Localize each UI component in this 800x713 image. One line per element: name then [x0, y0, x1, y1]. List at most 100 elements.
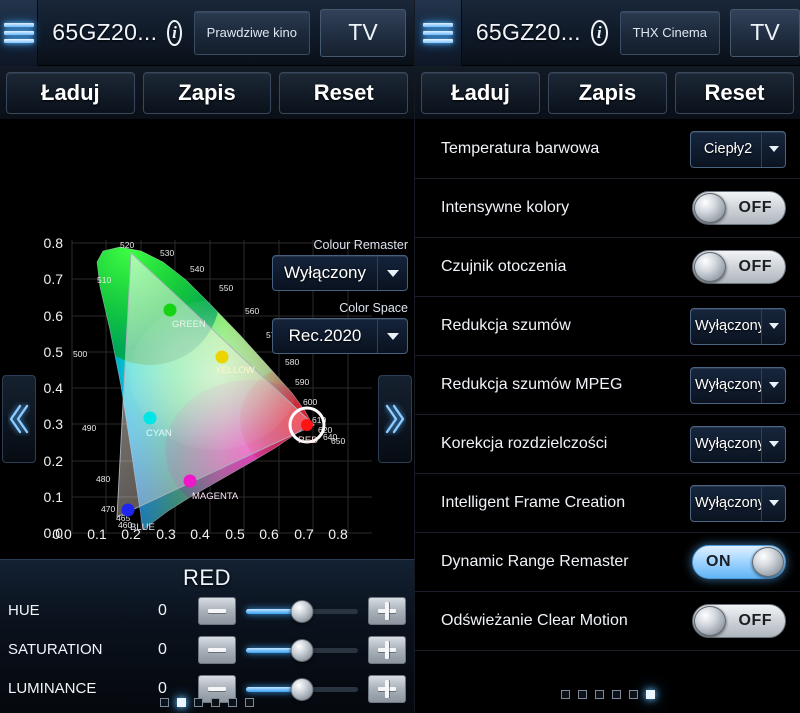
- slider-thumb[interactable]: [291, 639, 314, 662]
- setting-label: Korekcja rozdzielczości: [441, 435, 690, 453]
- setting-row-dynamic-range-remaster[interactable]: Dynamic Range Remaster ON: [415, 533, 800, 592]
- minus-icon[interactable]: [198, 597, 236, 625]
- chevron-down-icon: [761, 309, 785, 344]
- point-cyan[interactable]: [144, 412, 157, 425]
- source-tv-button[interactable]: TV: [730, 9, 800, 57]
- right-pager: [415, 690, 800, 699]
- pager-dot[interactable]: [194, 698, 203, 707]
- slider-label: LUMINANCE: [8, 680, 158, 697]
- slider-track[interactable]: [246, 597, 358, 625]
- setting-row-redukcja-szumow[interactable]: Redukcja szumów Wyłączony: [415, 297, 800, 356]
- setting-dropdown[interactable]: Wyłączony: [690, 485, 786, 522]
- colour-remaster-dropdown[interactable]: Wyłączony: [272, 255, 408, 291]
- pager-dot[interactable]: [228, 698, 237, 707]
- pager-dot[interactable]: [629, 690, 638, 699]
- settings-list: Temperatura barwowa Ciepły2 Intensywne k…: [415, 120, 800, 651]
- selected-color-title: RED: [0, 560, 414, 591]
- toggle-state: OFF: [726, 258, 786, 276]
- setting-row-korekcja-rozdzielczosci[interactable]: Korekcja rozdzielczości Wyłączony: [415, 415, 800, 474]
- point-yellow[interactable]: [216, 351, 229, 364]
- source-tv-button[interactable]: TV: [320, 9, 406, 57]
- svg-text:0.2: 0.2: [121, 526, 141, 542]
- point-blue[interactable]: [122, 504, 135, 517]
- picture-mode-button[interactable]: Prawdziwe kino: [194, 11, 310, 55]
- setting-value: Wyłączony: [691, 377, 761, 393]
- pager-dot[interactable]: [612, 690, 621, 699]
- save-button[interactable]: Zapis: [143, 72, 272, 114]
- dual-panel-app: 65GZ20... i Prawdziwe kino TV Ładuj Zapi…: [0, 0, 800, 713]
- pager-dot-active[interactable]: [177, 698, 186, 707]
- load-button[interactable]: Ładuj: [6, 72, 135, 114]
- info-icon[interactable]: i: [167, 20, 181, 46]
- plus-icon[interactable]: [368, 597, 406, 625]
- setting-dropdown[interactable]: Wyłączony: [690, 367, 786, 404]
- chevron-down-icon: [761, 368, 785, 403]
- save-button[interactable]: Zapis: [548, 72, 667, 114]
- reset-button[interactable]: Reset: [279, 72, 408, 114]
- left-toolbar: Ładuj Zapis Reset: [0, 66, 414, 120]
- next-page-button[interactable]: [378, 375, 412, 463]
- setting-toggle[interactable]: OFF: [692, 191, 786, 225]
- chromaticity-chart[interactable]: 460 465 470 480 490 500 510 520 530 540 …: [0, 120, 414, 559]
- picture-mode-button[interactable]: THX Cinema: [620, 11, 720, 55]
- plus-icon[interactable]: [368, 636, 406, 664]
- setting-dropdown[interactable]: Wyłączony: [690, 308, 786, 345]
- point-red[interactable]: [301, 419, 313, 431]
- slider-thumb[interactable]: [291, 600, 314, 623]
- setting-label: Temperatura barwowa: [441, 140, 690, 158]
- menu-button[interactable]: [415, 0, 462, 66]
- pager-dot[interactable]: [595, 690, 604, 699]
- point-magenta[interactable]: [184, 475, 197, 488]
- left-pager: [0, 698, 414, 707]
- setting-row-odswiezanie-clear-motion[interactable]: Odświeżanie Clear Motion OFF: [415, 592, 800, 651]
- info-icon[interactable]: i: [591, 20, 608, 46]
- pager-dot[interactable]: [578, 690, 587, 699]
- svg-text:500: 500: [73, 349, 87, 359]
- setting-dropdown[interactable]: Wyłączony: [690, 426, 786, 463]
- menu-button[interactable]: [0, 0, 38, 66]
- pager-dot[interactable]: [245, 698, 254, 707]
- setting-row-redukcja-szumow-mpeg[interactable]: Redukcja szumów MPEG Wyłączony: [415, 356, 800, 415]
- toggle-state: OFF: [726, 612, 786, 630]
- setting-value: Wyłączony: [691, 318, 761, 334]
- pager-dot-active[interactable]: [646, 690, 655, 699]
- setting-label: Redukcja szumów: [441, 317, 690, 335]
- setting-row-intensywne-kolory[interactable]: Intensywne kolory OFF: [415, 179, 800, 238]
- reset-button[interactable]: Reset: [675, 72, 794, 114]
- prev-page-button[interactable]: [2, 375, 36, 463]
- setting-row-intelligent-frame-creation[interactable]: Intelligent Frame Creation Wyłączony: [415, 474, 800, 533]
- setting-toggle[interactable]: ON: [692, 545, 786, 579]
- setting-value: Ciepły2: [691, 141, 761, 157]
- svg-text:0.6: 0.6: [259, 526, 279, 542]
- setting-dropdown[interactable]: Ciepły2: [690, 131, 786, 168]
- setting-toggle[interactable]: OFF: [692, 250, 786, 284]
- svg-text:0.6: 0.6: [44, 308, 64, 324]
- slider-label: SATURATION: [8, 641, 158, 658]
- svg-text:470: 470: [101, 504, 115, 514]
- pager-dot[interactable]: [561, 690, 570, 699]
- load-button[interactable]: Ładuj: [421, 72, 540, 114]
- setting-label: Czujnik otoczenia: [441, 258, 692, 276]
- slider-row-saturation: SATURATION 0: [0, 630, 414, 669]
- chevron-double-left-icon: [8, 402, 30, 436]
- setting-row-czujnik-otoczenia[interactable]: Czujnik otoczenia OFF: [415, 238, 800, 297]
- hamburger-icon: [423, 23, 453, 43]
- minus-icon[interactable]: [198, 636, 236, 664]
- setting-label: Intelligent Frame Creation: [441, 494, 690, 512]
- color-space-dropdown[interactable]: Rec.2020: [272, 318, 408, 354]
- pager-dot[interactable]: [211, 698, 220, 707]
- svg-text:0.5: 0.5: [44, 344, 64, 360]
- left-panel: 65GZ20... i Prawdziwe kino TV Ładuj Zapi…: [0, 0, 415, 713]
- slider-label: HUE: [8, 602, 158, 619]
- setting-toggle[interactable]: OFF: [692, 604, 786, 638]
- setting-row-temperatura-barwowa[interactable]: Temperatura barwowa Ciepły2: [415, 120, 800, 179]
- point-green[interactable]: [164, 304, 177, 317]
- slider-track[interactable]: [246, 636, 358, 664]
- right-toolbar: Ładuj Zapis Reset: [415, 66, 800, 120]
- svg-text:520: 520: [120, 240, 134, 250]
- svg-text:650: 650: [331, 436, 345, 446]
- color-space-value: Rec.2020: [273, 326, 377, 346]
- svg-text:510: 510: [97, 275, 111, 285]
- svg-text:490: 490: [82, 423, 96, 433]
- pager-dot[interactable]: [160, 698, 169, 707]
